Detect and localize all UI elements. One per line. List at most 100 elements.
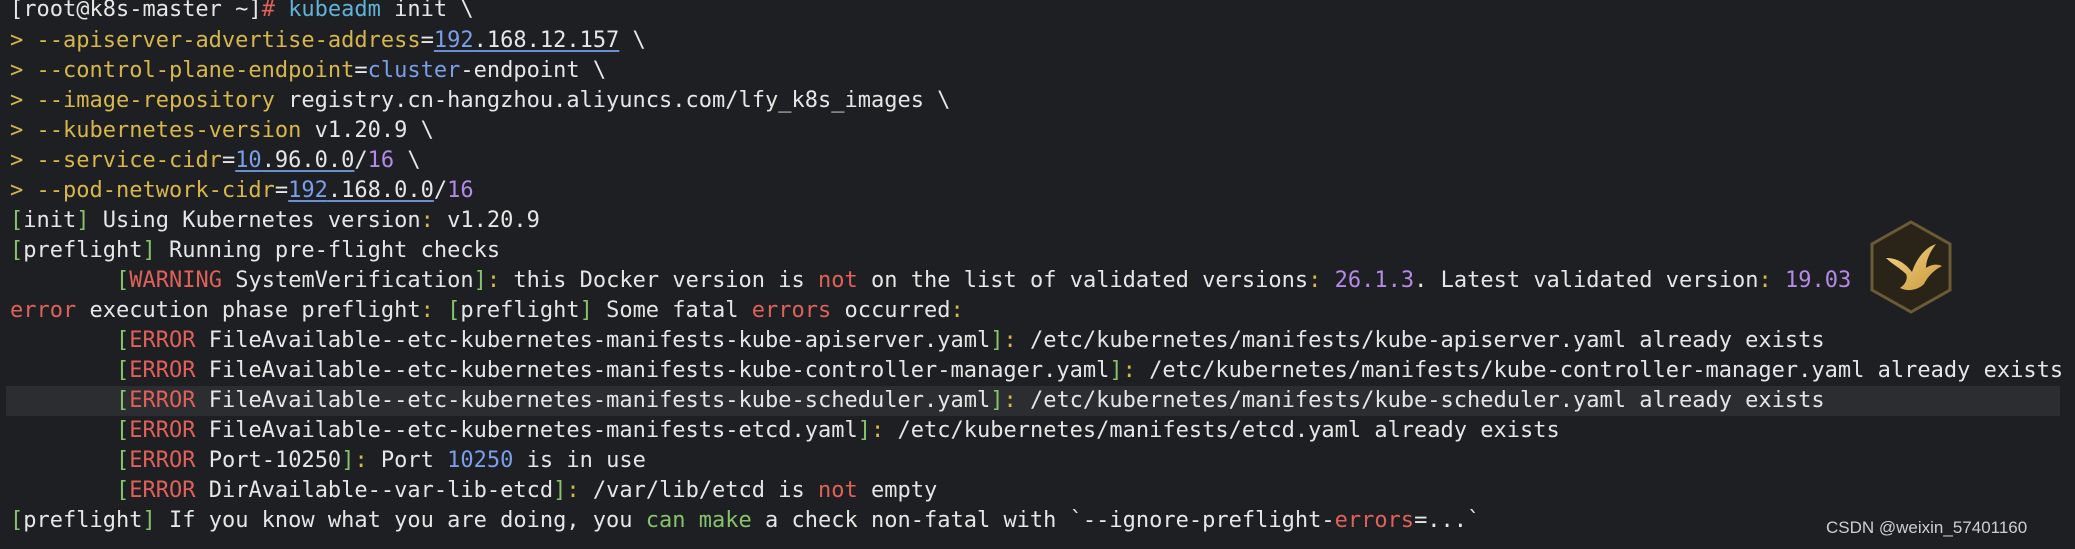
output-error-line: [ERROR FileAvailable--etc-kubernetes-man… (10, 326, 1825, 356)
error-message: /etc/kubernetes/manifests/etcd.yaml alre… (884, 418, 1560, 443)
log-keyword-error: error (10, 298, 77, 323)
line-continuation: \ (579, 58, 607, 83)
log-bracket: ] (142, 238, 156, 263)
error-message: /etc/kubernetes/manifests/kube-apiserver… (1016, 328, 1825, 353)
line-continuation: \ (394, 148, 421, 173)
error-message: empty (857, 478, 938, 503)
log-colon: : (566, 478, 580, 503)
continuation-marker: > (10, 28, 37, 53)
error-message: is in use (513, 448, 646, 473)
error-message: /etc/kubernetes/manifests/kube-scheduler… (1016, 388, 1825, 413)
output-error-line: [ERROR Port-10250]: Port 10250 is in use (10, 446, 646, 476)
log-colon: : (420, 298, 434, 323)
output-hint-line: [preflight] If you know what you are doi… (10, 506, 1480, 536)
docker-version: 26.1.3 (1334, 268, 1415, 293)
line-continuation: \ (407, 118, 434, 143)
arg-value-number: 192 (288, 178, 328, 203)
arg-line-kubernetes-version: > --kubernetes-version v1.20.9 \ (10, 116, 434, 146)
command-prompt-line: [root@k8s-master ~]# kubeadm init \ (10, 0, 474, 25)
continuation-marker: > (10, 178, 37, 203)
arg-flag: --image-repository (36, 88, 275, 113)
arg-line-control-plane: > --control-plane-endpoint=cluster-endpo… (10, 56, 606, 86)
log-bracket: ] (76, 208, 90, 233)
hummingbird-logo-icon[interactable] (1862, 218, 1960, 316)
log-text: a check non-fatal with `--ignore-preflig… (751, 508, 1335, 533)
log-tag: preflight (23, 508, 143, 533)
warning-tag: WARNING (129, 268, 222, 293)
log-colon: : (486, 268, 501, 293)
log-bracket: ] (553, 478, 567, 503)
log-bracket: [ (116, 328, 130, 353)
log-bracket: [ (116, 268, 130, 293)
log-bracket: [ (433, 298, 461, 323)
error-message: /var/lib/etcd is (579, 478, 819, 503)
log-colon: : (1003, 328, 1017, 353)
log-colon: : (1758, 268, 1785, 293)
log-tag: preflight (460, 298, 580, 323)
error-tag: ERROR (129, 358, 196, 383)
log-bracket: [ (116, 358, 130, 383)
log-bracket: [ (116, 388, 130, 413)
prompt-symbol: # (261, 0, 289, 22)
error-name: FileAvailable--etc-kubernetes-manifests-… (195, 328, 991, 353)
log-text: occurred (831, 298, 951, 323)
log-colon: : (420, 208, 434, 233)
terminal-window[interactable]: [root@k8s-master ~]# kubeadm init \ > --… (0, 0, 2075, 549)
arg-value-mask: 16 (367, 148, 395, 173)
log-version: v1.20.9 (433, 208, 540, 233)
log-keyword-not: not (818, 478, 858, 503)
arg-flag: --pod-network-cidr (36, 178, 275, 203)
log-text: . Latest validated version (1414, 268, 1759, 293)
log-colon: : (871, 418, 885, 443)
output-error-phase-line: error execution phase preflight: [prefli… (10, 296, 964, 326)
output-preflight-line: [preflight] Running pre-flight checks (10, 236, 500, 266)
prompt-path: ~ (221, 0, 249, 22)
error-message: /etc/kubernetes/manifests/kube-controlle… (1135, 358, 2064, 383)
command-name: kubeadm (288, 0, 381, 22)
error-tag: ERROR (129, 328, 196, 353)
continuation-marker: > (10, 88, 37, 113)
continuation-marker: > (10, 118, 37, 143)
log-text: on the list of validated versions (857, 268, 1309, 293)
output-warning-line: [WARNING SystemVerification]: this Docke… (10, 266, 1851, 296)
error-tag: ERROR (129, 478, 196, 503)
log-keyword-not: not (818, 268, 858, 293)
error-tag: ERROR (129, 448, 196, 473)
arg-value: .168.0.0 (327, 178, 434, 203)
arg-value: v1.20.9 (301, 118, 408, 143)
log-bracket: ] (473, 268, 487, 293)
log-bracket: ] (579, 298, 593, 323)
log-bracket: ] (1109, 358, 1123, 383)
arg-equals: = (274, 178, 289, 203)
log-bracket: [ (116, 448, 130, 473)
log-colon: : (1308, 268, 1335, 293)
prompt-bracket: [ (10, 0, 24, 22)
continuation-marker: > (10, 148, 37, 173)
log-colon: : (354, 448, 368, 473)
log-bracket: [ (10, 208, 24, 233)
warning-name: SystemVerification (221, 268, 474, 293)
arg-line-service-cidr: > --service-cidr=10.96.0.0/16 \ (10, 146, 421, 176)
arg-value-number: 192 (433, 28, 474, 53)
arg-value-keyword: cluster (367, 58, 461, 83)
arg-slash: / (354, 148, 368, 173)
error-name: DirAvailable--var-lib-etcd (195, 478, 554, 503)
continuation-marker: > (10, 58, 37, 83)
error-name: Port-10250 (195, 448, 342, 473)
arg-equals: = (354, 58, 368, 83)
log-keyword-errors: errors (1334, 508, 1415, 533)
log-tag: preflight (23, 238, 143, 263)
log-text: this Docker version is (500, 268, 819, 293)
command-args: init \ (380, 0, 474, 22)
error-tag: ERROR (129, 388, 196, 413)
validated-version: 19.03 (1784, 268, 1852, 293)
arg-value: .96.0.0 (261, 148, 355, 173)
arg-value: registry.cn-hangzhou.aliyuncs.com/lfy_k8… (274, 88, 924, 113)
prompt-user-host: root@k8s-master (23, 0, 222, 22)
log-text: If you know what you are doing, you (155, 508, 646, 533)
error-message: Port (367, 448, 448, 473)
log-text: execution phase preflight (76, 298, 421, 323)
prompt-bracket: ] (248, 0, 262, 22)
arg-flag: --apiserver-advertise-address (36, 28, 421, 53)
